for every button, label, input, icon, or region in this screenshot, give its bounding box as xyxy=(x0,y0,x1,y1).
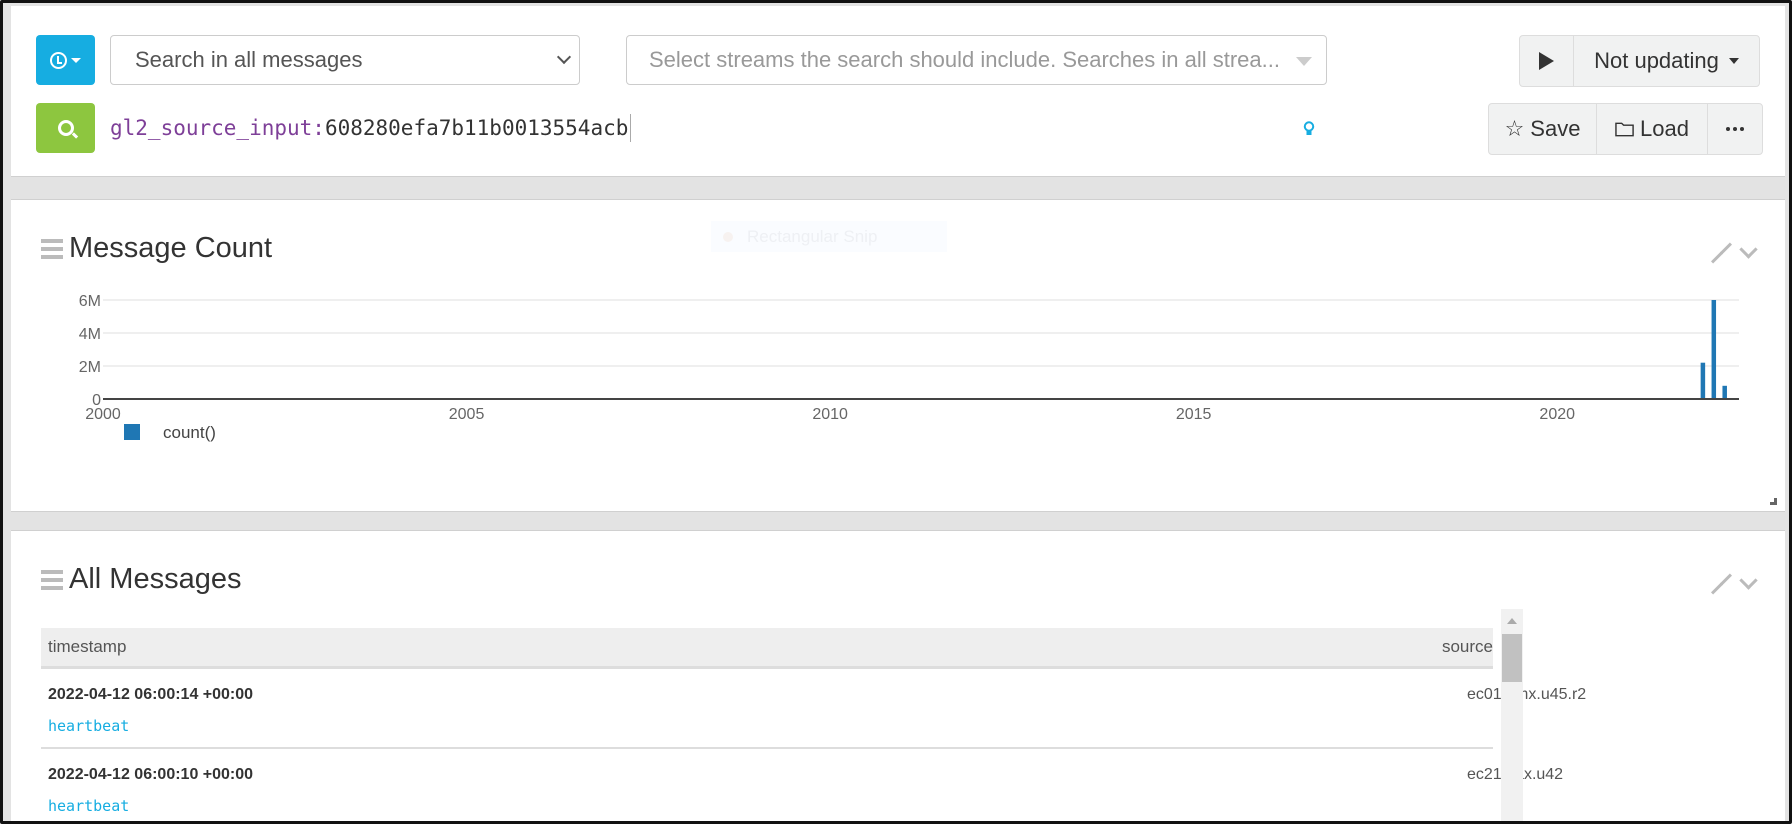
table-scrollbar[interactable] xyxy=(1501,609,1523,821)
load-button[interactable]: Load xyxy=(1597,104,1708,154)
legend-swatch xyxy=(124,424,140,440)
x-tick-label: 2010 xyxy=(812,406,848,423)
save-button[interactable]: ☆ Save xyxy=(1489,104,1597,154)
streams-select[interactable]: Select streams the search should include… xyxy=(626,35,1327,85)
widget-title: All Messages xyxy=(41,563,241,596)
messages-table: timestamp source 2022-04-12 06:00:14 +00… xyxy=(41,628,1586,821)
app-frame: Search in all messages Select streams th… xyxy=(0,0,1792,824)
x-tick-label: 2020 xyxy=(1539,406,1575,423)
chevron-down-icon xyxy=(556,49,572,65)
play-button[interactable] xyxy=(1520,36,1574,86)
play-icon xyxy=(1539,52,1554,70)
search-bar: Search in all messages Select streams th… xyxy=(11,6,1785,177)
table-header: timestamp source xyxy=(41,628,1493,669)
row-message: heartbeat xyxy=(48,797,130,815)
x-tick-label: 2005 xyxy=(449,406,485,423)
y-tick-label: 6M xyxy=(79,293,101,310)
refresh-label: Not updating xyxy=(1594,48,1719,73)
search-icon xyxy=(57,120,74,136)
refresh-controls: Not updating xyxy=(1519,35,1760,87)
table-row[interactable]: 2022-04-12 06:00:14 +00:00 heartbeat ec0… xyxy=(41,669,1586,749)
x-tick-label: 2000 xyxy=(85,406,121,423)
drag-handle-icon[interactable] xyxy=(41,569,63,590)
ellipsis-icon xyxy=(1726,127,1744,131)
column-header-source[interactable]: source xyxy=(1442,637,1493,657)
caret-down-icon xyxy=(1728,58,1739,64)
dropdown-arrow-icon xyxy=(1296,57,1312,66)
x-tick-label: 2015 xyxy=(1176,406,1212,423)
message-count-widget: Message Count Rectangular Snip 0 2M 4M 6M 20… xyxy=(11,199,1785,512)
chevron-down-icon[interactable] xyxy=(1739,570,1758,590)
bar xyxy=(1722,385,1727,399)
bar xyxy=(1700,362,1706,399)
clock-icon xyxy=(50,51,67,69)
message-count-chart: 02M4M6M2000 2005 2010 2015 2020count() xyxy=(79,293,1739,442)
all-messages-title: All Messages xyxy=(69,563,242,595)
y-tick-label: 4M xyxy=(79,326,101,343)
resize-handle[interactable] xyxy=(1770,498,1777,505)
search-scope-select[interactable]: Search in all messages xyxy=(110,35,580,85)
star-icon: ☆ xyxy=(1504,116,1525,141)
refresh-interval-dropdown[interactable]: Not updating xyxy=(1574,36,1759,86)
scroll-up-icon[interactable] xyxy=(1507,618,1517,624)
load-label: Load xyxy=(1640,116,1689,141)
compress-icon[interactable] xyxy=(1710,573,1732,595)
search-button[interactable] xyxy=(36,103,95,153)
widget-tools xyxy=(1710,570,1758,595)
caret-down-icon xyxy=(71,57,81,63)
save-label: Save xyxy=(1530,116,1581,141)
y-tick-label: 2M xyxy=(79,359,101,376)
all-messages-widget: All Messages timestamp source 2022-04-12… xyxy=(11,530,1785,821)
row-source: ec01.qmx.u45.r2 xyxy=(1467,686,1587,703)
table-row[interactable]: 2022-04-12 06:00:10 +00:00 heartbeat ec2… xyxy=(41,749,1563,821)
search-scope-value: Search in all messages xyxy=(135,47,363,72)
time-range-button[interactable] xyxy=(36,35,95,85)
text-cursor xyxy=(630,114,632,142)
bar xyxy=(1711,300,1717,399)
legend-label: count() xyxy=(163,423,216,442)
saved-search-controls: ☆ Save Load xyxy=(1488,103,1763,155)
folder-icon xyxy=(1615,122,1634,137)
scrollbar-thumb[interactable] xyxy=(1502,634,1522,682)
more-actions-button[interactable] xyxy=(1708,104,1762,154)
query-value: 608280efa7b11b0013554acb xyxy=(324,116,629,140)
lightbulb-icon[interactable] xyxy=(1303,121,1315,137)
column-header-timestamp[interactable]: timestamp xyxy=(41,637,1442,657)
row-message: heartbeat xyxy=(48,717,130,735)
streams-placeholder: Select streams the search should include… xyxy=(649,47,1280,72)
query-field: gl2_source_input: xyxy=(110,116,325,140)
row-timestamp: 2022-04-12 06:00:10 +00:00 xyxy=(48,766,254,783)
query-input[interactable]: gl2_source_input: 608280efa7b11b0013554ac… xyxy=(110,109,632,147)
row-timestamp: 2022-04-12 06:00:14 +00:00 xyxy=(48,686,254,703)
